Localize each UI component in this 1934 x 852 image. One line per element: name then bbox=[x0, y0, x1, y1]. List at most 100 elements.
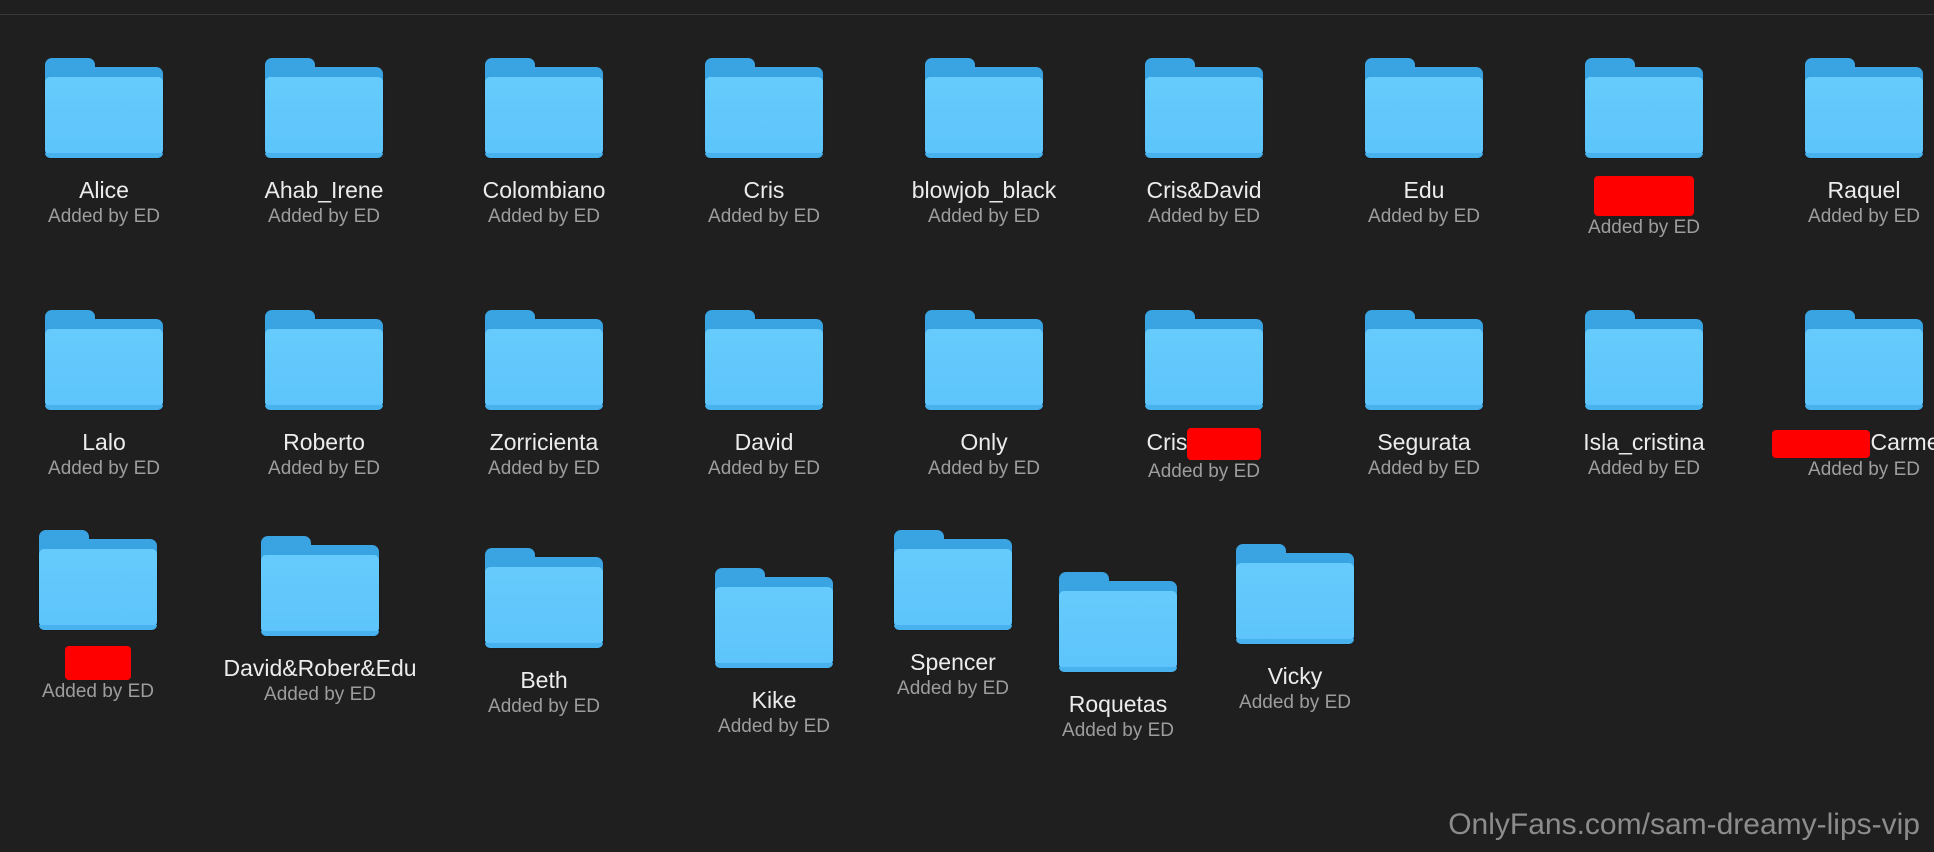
folder-name: Ahab_Irene bbox=[264, 177, 384, 203]
folder-name-text: Carme bbox=[1870, 429, 1934, 455]
folder-added-by: Added by ED bbox=[42, 681, 154, 702]
folder-added-by: Added by ED bbox=[708, 458, 820, 479]
folder-icon bbox=[925, 310, 1043, 410]
folder-name: Only bbox=[960, 429, 1008, 455]
folder-item[interactable]: Segurata Added by ED bbox=[1324, 310, 1524, 481]
folder-name: Colombiano bbox=[482, 177, 606, 203]
folder-name-redacted bbox=[1544, 176, 1744, 216]
folder-icon bbox=[1585, 58, 1703, 158]
folder-icon bbox=[715, 568, 833, 668]
folder-item[interactable]: Ahab_Irene Added by ED bbox=[224, 58, 424, 229]
folder-item[interactable]: Beth Added by ED bbox=[444, 548, 644, 719]
folder-added-by: Added by ED bbox=[1808, 206, 1920, 227]
folder-name-text: Cris bbox=[1146, 429, 1188, 456]
folder-added-by: Added by ED bbox=[268, 206, 380, 227]
folder-item[interactable]: Added by ED bbox=[1544, 58, 1744, 240]
folder-item[interactable]: Kike Added by ED bbox=[674, 568, 874, 739]
folder-icon bbox=[1236, 544, 1354, 644]
folder-name: Beth bbox=[520, 667, 568, 693]
redaction-box bbox=[1187, 428, 1262, 460]
folder-name: Kike bbox=[751, 687, 797, 713]
folder-added-by: Added by ED bbox=[48, 458, 160, 479]
folder-item[interactable]: David Added by ED bbox=[664, 310, 864, 481]
folder-item[interactable]: Alice Added by ED bbox=[4, 58, 204, 229]
folder-item[interactable]: Lalo Added by ED bbox=[4, 310, 204, 481]
folder-item[interactable]: Roberto Added by ED bbox=[224, 310, 424, 481]
folder-name: Edu bbox=[1403, 177, 1445, 203]
folder-icon bbox=[705, 58, 823, 158]
folder-name: Cris bbox=[743, 177, 785, 203]
folder-added-by: Added by ED bbox=[718, 716, 830, 737]
folder-icon bbox=[1805, 310, 1923, 410]
folder-name: David bbox=[734, 429, 794, 455]
folder-icon bbox=[894, 530, 1012, 630]
folder-name: Zorricienta bbox=[489, 429, 599, 455]
folder-icon bbox=[705, 310, 823, 410]
folder-added-by: Added by ED bbox=[928, 206, 1040, 227]
folder-added-by: Added by ED bbox=[264, 684, 376, 705]
folder-name: Roquetas bbox=[1068, 691, 1168, 717]
folder-added-by: Added by ED bbox=[1588, 458, 1700, 479]
folder-item[interactable]: Colombiano Added by ED bbox=[444, 58, 644, 229]
folder-icon bbox=[1585, 310, 1703, 410]
folder-item[interactable]: Only Added by ED bbox=[884, 310, 1084, 481]
folder-icon bbox=[45, 310, 163, 410]
folder-icon bbox=[485, 548, 603, 648]
folder-name: Alice bbox=[79, 177, 129, 203]
redaction-box bbox=[1594, 176, 1694, 216]
folder-name: David&Rober&Edu bbox=[223, 655, 417, 681]
folder-icon bbox=[1805, 58, 1923, 158]
folder-name: Lalo bbox=[82, 429, 126, 455]
folder-name: Carme bbox=[1748, 428, 1934, 458]
folder-icon bbox=[925, 58, 1043, 158]
folder-added-by: Added by ED bbox=[268, 458, 380, 479]
folder-icon bbox=[1059, 572, 1177, 672]
folder-name: Cris bbox=[1104, 428, 1304, 460]
folder-icon bbox=[485, 58, 603, 158]
folder-added-by: Added by ED bbox=[1148, 206, 1260, 227]
folder-added-by: Added by ED bbox=[1062, 720, 1174, 741]
folder-added-by: Added by ED bbox=[488, 696, 600, 717]
folder-added-by: Added by ED bbox=[488, 206, 600, 227]
folder-icon bbox=[261, 536, 379, 636]
folder-item[interactable]: Edu Added by ED bbox=[1324, 58, 1524, 229]
folder-icon bbox=[265, 310, 383, 410]
folder-name: Roberto bbox=[283, 429, 365, 455]
folder-icon bbox=[39, 530, 157, 630]
folder-name: Vicky bbox=[1267, 663, 1323, 689]
folder-item[interactable]: blowjob_black Added by ED bbox=[884, 58, 1084, 229]
folder-item[interactable]: Zorricienta Added by ED bbox=[444, 310, 644, 481]
watermark-text: OnlyFans.com/sam-dreamy-lips-vip bbox=[1448, 808, 1920, 841]
folder-added-by: Added by ED bbox=[1368, 206, 1480, 227]
folder-added-by: Added by ED bbox=[1148, 461, 1260, 482]
folder-name: Segurata bbox=[1377, 429, 1471, 455]
folder-added-by: Added by ED bbox=[708, 206, 820, 227]
redaction-box bbox=[65, 646, 131, 680]
folder-item[interactable]: Raquel Added by ED bbox=[1764, 58, 1934, 229]
folder-item[interactable]: Cris Added by ED bbox=[664, 58, 864, 229]
folder-icon bbox=[1365, 310, 1483, 410]
folder-icon bbox=[45, 58, 163, 158]
folder-added-by: Added by ED bbox=[928, 458, 1040, 479]
folder-item[interactable]: Roquetas Added by ED bbox=[1018, 572, 1218, 743]
folder-added-by: Added by ED bbox=[488, 458, 600, 479]
redaction-box bbox=[1772, 429, 1871, 458]
folder-name-redacted bbox=[0, 646, 198, 680]
folder-item[interactable]: Added by ED bbox=[0, 530, 198, 704]
folder-icon bbox=[265, 58, 383, 158]
folder-item[interactable]: Isla_cristina Added by ED bbox=[1544, 310, 1744, 481]
folder-icon bbox=[1145, 58, 1263, 158]
folder-added-by: Added by ED bbox=[1239, 692, 1351, 713]
folder-item[interactable]: Carme Added by ED bbox=[1764, 310, 1934, 482]
folder-name: Isla_cristina bbox=[1583, 429, 1705, 455]
folder-icon bbox=[1365, 58, 1483, 158]
folder-added-by: Added by ED bbox=[1368, 458, 1480, 479]
folder-item[interactable]: David&Rober&Edu Added by ED bbox=[220, 536, 420, 707]
folder-item[interactable]: Cris Added by ED bbox=[1104, 310, 1304, 484]
folder-added-by: Added by ED bbox=[48, 206, 160, 227]
folder-added-by: Added by ED bbox=[1808, 458, 1920, 480]
folder-item[interactable]: Cris&David Added by ED bbox=[1104, 58, 1304, 229]
folder-name: Raquel bbox=[1827, 177, 1901, 203]
folder-item[interactable]: Vicky Added by ED bbox=[1195, 544, 1395, 715]
toolbar-divider bbox=[0, 14, 1934, 15]
